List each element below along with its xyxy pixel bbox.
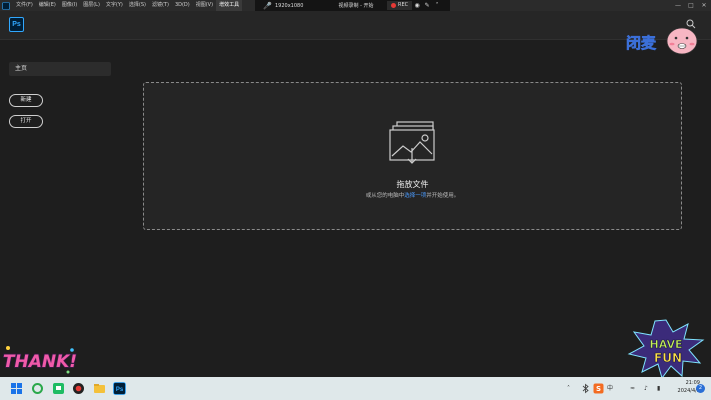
sidebar-item-home[interactable]: 主页 [9,62,111,76]
notification-badge[interactable]: 2 [696,384,705,393]
record-app-icon[interactable] [72,382,85,395]
have-text: HAVE [650,338,683,351]
photoshop-logo[interactable]: Ps [9,17,24,32]
menu-view[interactable]: 视图(V) [193,0,216,11]
refresh-app-icon[interactable] [31,382,44,395]
recording-title: 视频录制 - 开始 [338,3,374,9]
minimize-icon[interactable]: — [672,0,684,11]
speaker-icon[interactable]: ♪ [644,377,648,400]
pen-icon[interactable]: ✎ [422,2,432,9]
menu-plugins[interactable]: 增效工具 [216,0,243,11]
chat-app-icon[interactable] [52,382,65,395]
file-explorer-icon[interactable] [93,382,106,395]
ps-app-icon [2,1,10,10]
open-button[interactable]: 打开 [9,115,43,128]
menu-3d[interactable]: 3D(D) [172,0,193,11]
thanks-sticker: THANK! [2,346,78,374]
image-drop-icon [389,121,435,164]
rec-button[interactable]: REC [387,1,413,10]
menu-image[interactable]: 图像(I) [59,0,80,11]
select-file-link[interactable]: 选择一项 [404,193,426,199]
record-dot-icon [391,3,396,8]
app-header: Ps [0,11,711,40]
menu-type[interactable]: 文字(Y) [103,0,126,11]
thanks-text: THANK! [3,352,77,372]
recording-toolbar: 🎤 1920x1080 视频录制 - 开始 REC ◉ ✎ ˄ [255,0,450,11]
drop-zone[interactable]: 拖放文件 或从您的电脑中选择一项并开始使用。 [143,82,682,230]
drop-zone-subtitle-end: 并开始使用。 [426,193,460,199]
bluetooth-icon[interactable] [580,383,591,394]
svg-text:S: S [596,385,601,393]
photoshop-taskbar-icon[interactable]: Ps [113,382,126,395]
windows-start-icon[interactable] [10,382,23,395]
menu-select[interactable]: 选择(S) [126,0,149,11]
close-icon[interactable]: ✕ [698,0,710,11]
fun-text: FUN [654,351,682,365]
menu-file[interactable]: 文件(F) [13,0,36,11]
mic-muted-sticker: 闭麦 [626,27,698,55]
have-fun-sticker: HAVE FUN [627,319,705,380]
drop-zone-subtitle: 或从您的电脑中选择一项并开始使用。 [144,191,681,199]
battery-icon[interactable]: ▮ [657,377,660,400]
taskbar [0,377,711,400]
drop-zone-subtitle-text: 或从您的电脑中 [365,193,405,199]
maximize-icon[interactable]: □ [685,0,697,11]
rec-label: REC [398,2,409,8]
chevron-up-icon[interactable]: ˄ [432,2,442,9]
wifi-icon[interactable]: ≈ [630,377,635,400]
recording-resolution: 1920x1080 [275,2,304,9]
microphone-icon[interactable]: 🎤 [263,2,272,10]
menu-edit[interactable]: 编辑(E) [36,0,59,11]
camera-icon[interactable]: ◉ [412,2,422,9]
photoshop-taskbar-label: Ps [116,387,124,393]
ime-language-label[interactable]: 中 [607,377,613,400]
new-button[interactable]: 新建 [9,94,43,107]
sticker-top-text: 闭麦 [626,34,657,52]
sogou-ime-icon[interactable]: S [593,383,604,394]
drop-zone-title: 拖放文件 [396,180,429,189]
menu-layer[interactable]: 图层(L) [80,0,103,11]
chevron-up-tray-icon[interactable]: ˄ [567,377,570,400]
menu-filter[interactable]: 滤镜(T) [149,0,172,11]
